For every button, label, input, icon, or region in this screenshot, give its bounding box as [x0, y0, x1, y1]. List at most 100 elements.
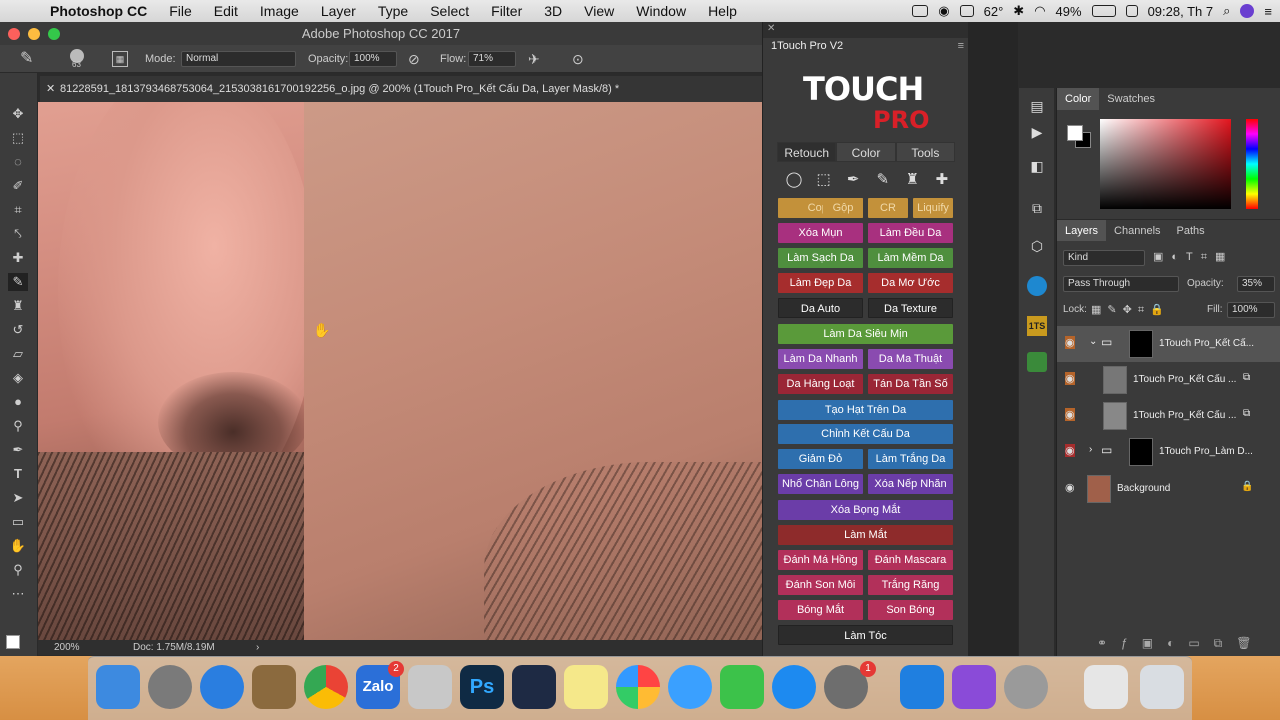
safari-icon[interactable]	[200, 665, 244, 709]
marquee-tool-icon[interactable]: ⬚	[8, 129, 28, 147]
plugin-green-icon[interactable]	[1027, 352, 1047, 372]
app-gear-icon[interactable]	[1004, 665, 1048, 709]
crop-tool-icon[interactable]: ⌗	[8, 201, 28, 219]
feather-app-icon[interactable]	[952, 665, 996, 709]
rectangle-tool-icon[interactable]: ▭	[8, 513, 28, 531]
bluetooth-icon[interactable]: ✱	[1013, 3, 1024, 19]
close-document-icon[interactable]: ✕	[46, 76, 55, 102]
danh-mascara-button[interactable]: Đánh Mascara	[868, 550, 953, 570]
tab-color-panel[interactable]: Color	[1057, 88, 1100, 110]
facetime-icon[interactable]	[720, 665, 764, 709]
dodge-tool-icon[interactable]: ⚲	[8, 417, 28, 435]
image-canvas[interactable]: ✋	[38, 102, 762, 640]
properties-icon[interactable]: ◧	[1027, 158, 1047, 178]
pen-tool-icon[interactable]: ✒	[8, 441, 28, 459]
lam-sach-da-button[interactable]: Làm Sạch Da	[778, 248, 863, 268]
color-field[interactable]	[1100, 119, 1231, 209]
wifi-icon[interactable]: ◠	[1034, 3, 1045, 19]
color-fg-swatch[interactable]	[1067, 125, 1083, 141]
paint-bucket-tool-icon[interactable]: ◈	[8, 369, 28, 387]
lam-mat-button[interactable]: Làm Mắt	[778, 525, 953, 545]
da-mo-uoc-button[interactable]: Da Mơ Ước	[868, 273, 953, 293]
blend-mode-select[interactable]: Pass Through	[1063, 276, 1179, 292]
notification-icon[interactable]: ≡	[1264, 4, 1272, 19]
photoshop-icon[interactable]: Ps	[460, 665, 504, 709]
layer-kind-filter[interactable]: Kind	[1063, 250, 1145, 266]
foreground-color-swatch[interactable]	[6, 635, 20, 649]
input-source-icon[interactable]	[1125, 5, 1138, 17]
da-hang-loat-button[interactable]: Da Hàng Loạt	[778, 374, 863, 394]
path-select-tool-icon[interactable]: ➤	[8, 489, 28, 507]
menu-edit[interactable]: Edit	[203, 0, 249, 22]
search-icon[interactable]: ⌕	[1223, 3, 1230, 19]
menu-view[interactable]: View	[573, 0, 625, 22]
type-tool-icon[interactable]: T	[8, 465, 28, 483]
folder-app-icon[interactable]	[252, 665, 296, 709]
photos-icon[interactable]	[616, 665, 660, 709]
messages-icon[interactable]	[668, 665, 712, 709]
lasso-tool-icon[interactable]: ◌	[8, 153, 28, 171]
downloads-stack-icon[interactable]	[1084, 665, 1128, 709]
trang-rang-button[interactable]: Trắng Răng	[868, 575, 953, 595]
lam-da-nhanh-button[interactable]: Làm Da Nhanh	[778, 349, 863, 369]
eraser-tool-icon[interactable]: ▱	[8, 345, 28, 363]
lam-trang-da-button[interactable]: Làm Trắng Da	[868, 449, 953, 469]
stamp-icon[interactable]: ♜	[901, 170, 923, 190]
panel-close-icon[interactable]: ✕	[767, 23, 775, 34]
pen-icon[interactable]: ✒	[842, 170, 864, 190]
chrome-icon[interactable]	[304, 665, 348, 709]
pressure-size-icon[interactable]: ⊙	[572, 45, 584, 73]
tab-layers[interactable]: Layers	[1057, 220, 1107, 241]
app-red-icon[interactable]	[408, 665, 452, 709]
tab-retouch[interactable]: Retouch	[777, 142, 837, 162]
menu-window[interactable]: Window	[625, 0, 697, 22]
brush-tool-icon[interactable]: ✎	[8, 273, 28, 291]
pressure-opacity-icon[interactable]: ⊘	[408, 45, 420, 73]
airbrush-icon[interactable]: ✈	[528, 45, 540, 73]
teamviewer-icon[interactable]	[900, 665, 944, 709]
hand-tool-icon[interactable]: ✋	[8, 537, 28, 555]
son-bong-button[interactable]: Son Bóng	[868, 600, 953, 620]
layer-row[interactable]: ◉ › ▭ 1Touch Pro_Làm D...	[1057, 434, 1280, 470]
lam-mem-da-button[interactable]: Làm Mềm Da	[868, 248, 953, 268]
panel-menu-icon[interactable]: ≡	[958, 40, 964, 52]
healing-brush-tool-icon[interactable]: ✚	[8, 249, 28, 267]
zoom-tool-icon[interactable]: ⚲	[8, 561, 28, 579]
minimize-window-button[interactable]	[28, 28, 40, 40]
expand-chevron-icon[interactable]: ⌄	[1089, 336, 1097, 347]
layer-filter-icons[interactable]: ▣◐T⌗▦	[1153, 250, 1233, 264]
close-window-button[interactable]	[8, 28, 20, 40]
app-menu[interactable]: Photoshop CC	[38, 0, 158, 22]
status-arrow-icon[interactable]: ›	[256, 640, 259, 655]
brush-panel-icon[interactable]: ▦	[112, 51, 128, 67]
danh-son-moi-button[interactable]: Đánh Son Môi	[778, 575, 863, 595]
menu-filter[interactable]: Filter	[480, 0, 533, 22]
mode-select[interactable]: Normal	[181, 51, 296, 67]
da-auto-button[interactable]: Da Auto	[778, 298, 863, 318]
vpn-icon[interactable]: ◉	[938, 3, 949, 19]
gop-button[interactable]: Gộp	[823, 198, 863, 218]
tab-swatches[interactable]: Swatches	[1099, 88, 1163, 110]
cr-button[interactable]: CR	[868, 198, 908, 218]
menu-file[interactable]: File	[158, 0, 203, 22]
visibility-eye-icon[interactable]: ◉	[1065, 444, 1075, 457]
screen-record-icon[interactable]	[912, 5, 929, 17]
layer-footer-icons[interactable]: ⚭ƒ▣◐▭⧉🗑	[1097, 636, 1265, 651]
lam-toc-button[interactable]: Làm Tóc	[778, 625, 953, 645]
menu-layer[interactable]: Layer	[310, 0, 367, 22]
clone-stamp-tool-icon[interactable]: ♜	[8, 297, 28, 315]
siri-icon[interactable]	[1240, 4, 1255, 18]
layer-row[interactable]: ◉ Background 🔒	[1057, 471, 1280, 507]
da-texture-button[interactable]: Da Texture	[868, 298, 953, 318]
visibility-eye-icon[interactable]: ◉	[1065, 408, 1075, 421]
xoa-nep-nhan-button[interactable]: Xóa Nếp Nhăn	[868, 474, 953, 494]
tab-tools[interactable]: Tools	[895, 142, 955, 162]
tan-da-tan-so-button[interactable]: Tán Da Tần Số	[868, 374, 953, 394]
temperature-icon[interactable]	[959, 5, 974, 17]
zoom-window-button[interactable]	[48, 28, 60, 40]
visibility-eye-icon[interactable]: ◉	[1065, 336, 1075, 349]
app-store-icon[interactable]	[772, 665, 816, 709]
notes-icon[interactable]	[564, 665, 608, 709]
history-panel-icon[interactable]: ▤	[1027, 98, 1047, 118]
plugin-blue-icon[interactable]	[1027, 276, 1047, 296]
